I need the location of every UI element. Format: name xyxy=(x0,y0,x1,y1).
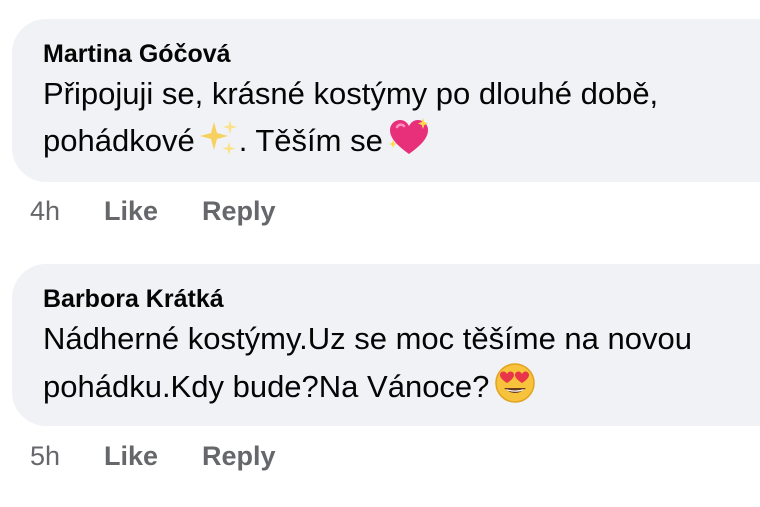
comment-2: Barbora Krátká Nádherné kostýmy.Uz se mo… xyxy=(12,264,760,426)
sparkling-heart-emoji xyxy=(387,118,431,171)
comment-text-fragment: pohádku.Kdy bude?Na Vánoce? xyxy=(43,369,490,404)
comment-author[interactable]: Martina Góčová xyxy=(43,38,760,70)
comment-bubble: Martina Góčová Připojuji se, krásné kost… xyxy=(12,19,760,182)
comments-thread: Martina Góčová Připojuji se, krásné kost… xyxy=(0,0,760,507)
comment-2-actions: 5h Like Reply xyxy=(30,441,276,472)
comment-bubble: Barbora Krátká Nádherné kostýmy.Uz se mo… xyxy=(12,264,760,426)
comment-time[interactable]: 4h xyxy=(30,196,104,227)
comment-time[interactable]: 5h xyxy=(30,441,104,472)
comment-1-actions: 4h Like Reply xyxy=(30,196,276,227)
comment-author[interactable]: Barbora Krátká xyxy=(43,283,760,315)
comment-1: Martina Góčová Připojuji se, krásné kost… xyxy=(12,19,760,182)
comment-text-line-2: pohádkové . Těším se xyxy=(43,117,760,171)
comment-text-line-1: Nádherné kostýmy.Uz se moc těšíme na nov… xyxy=(43,321,692,356)
reply-button[interactable]: Reply xyxy=(202,441,276,472)
comment-text: Nádherné kostýmy.Uz se moc těšíme na nov… xyxy=(43,315,760,417)
comment-text-fragment: pohádkové xyxy=(43,123,195,158)
reply-button[interactable]: Reply xyxy=(202,196,276,227)
heart-eyes-emoji xyxy=(493,362,537,417)
comment-text-line-1: Připojuji se, krásné kostýmy po dlouhé d… xyxy=(43,76,659,111)
like-button[interactable]: Like xyxy=(104,441,202,472)
comment-text-fragment-end: . Těším se xyxy=(238,123,383,158)
comment-text: Připojuji se, krásné kostýmy po dlouhé d… xyxy=(43,70,760,171)
sparkles-emoji xyxy=(199,118,239,171)
comment-text-line-2: pohádku.Kdy bude?Na Vánoce? xyxy=(43,362,760,417)
like-button[interactable]: Like xyxy=(104,196,202,227)
